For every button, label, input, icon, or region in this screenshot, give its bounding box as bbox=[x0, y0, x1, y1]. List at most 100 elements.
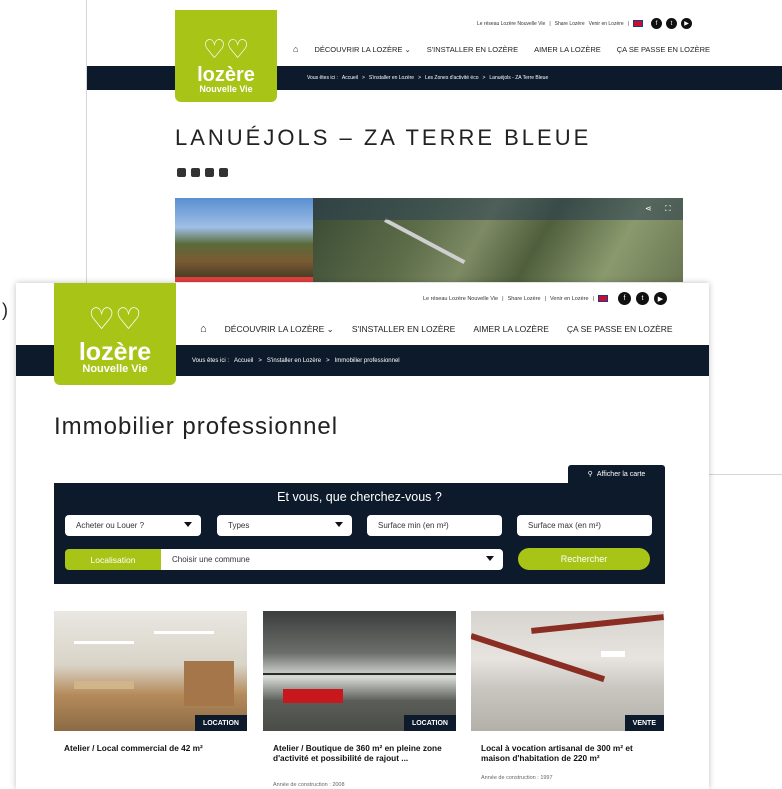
types-value: Types bbox=[228, 521, 250, 530]
buy-rent-select[interactable]: Acheter ou Louer ? bbox=[65, 515, 201, 536]
top-link-separator: | bbox=[627, 20, 629, 27]
back-logo[interactable]: ♡♡ lozère Nouvelle Vie bbox=[175, 10, 277, 102]
types-select[interactable]: Types bbox=[217, 515, 352, 536]
page-title: Immobilier professionnel bbox=[54, 413, 339, 440]
surface-min-input[interactable]: Surface min (en m²) bbox=[367, 515, 502, 536]
twitter-share-icon[interactable] bbox=[191, 168, 200, 177]
breadcrumb-accueil[interactable]: Accueil bbox=[234, 358, 253, 364]
youtube-icon[interactable]: ▶ bbox=[654, 292, 667, 305]
back-page-title: LANUÉJOLS – ZA TERRE BLEUE bbox=[175, 125, 592, 150]
breadcrumb-sinstaller[interactable]: S'installer en Lozère bbox=[369, 75, 414, 81]
red-floor-mat bbox=[283, 689, 343, 703]
nav-decouvrir[interactable]: DÉCOUVRIR LA LOZÈRE ⌄ bbox=[225, 324, 334, 335]
top-link-separator: | bbox=[592, 295, 594, 302]
nav-decouvrir[interactable]: DÉCOUVRIR LA LOZÈRE ⌄ bbox=[314, 45, 410, 54]
logo-text: lozère bbox=[78, 338, 152, 366]
landscape-photo[interactable] bbox=[175, 198, 313, 282]
nav-aimer[interactable]: AIMER LA LOZÈRE bbox=[473, 324, 549, 334]
share-icon[interactable]: ⋖ bbox=[645, 204, 652, 213]
nav-sinstaller[interactable]: S'INSTALLER EN LOZÈRE bbox=[352, 324, 456, 334]
twitter-icon[interactable]: t bbox=[666, 18, 677, 29]
listing-meta: Année de construction : 1997 bbox=[481, 775, 553, 781]
chevron-down-icon bbox=[335, 522, 343, 527]
show-map-button[interactable]: ⚲ Afficher la carte bbox=[568, 465, 665, 483]
nav-sinstaller[interactable]: S'INSTALLER EN LOZÈRE bbox=[427, 45, 518, 54]
email-share-icon[interactable] bbox=[205, 168, 214, 177]
uk-flag-icon[interactable] bbox=[633, 20, 643, 27]
commune-value: Choisir une commune bbox=[172, 555, 250, 564]
front-top-links: Le réseau Lozère Nouvelle Vie | Share Lo… bbox=[423, 292, 667, 305]
home-icon[interactable]: ⌂ bbox=[293, 44, 298, 54]
ceiling-light bbox=[154, 631, 214, 634]
top-link-venir[interactable]: Venir en Lozère bbox=[589, 21, 624, 27]
chevron-down-icon bbox=[184, 522, 192, 527]
breadcrumb-sinstaller[interactable]: S'installer en Lozère bbox=[267, 358, 321, 364]
search-button[interactable]: Rechercher bbox=[518, 548, 650, 570]
ceiling-light bbox=[74, 641, 134, 644]
surface-min-placeholder: Surface min (en m²) bbox=[378, 521, 449, 530]
front-logo[interactable]: ♡♡ lozère Nouvelle Vie bbox=[54, 283, 176, 385]
breadcrumb-prefix: Vous êtes ici : bbox=[307, 75, 338, 81]
social-links: f t ▶ bbox=[618, 292, 667, 305]
home-icon[interactable]: ⌂ bbox=[200, 323, 207, 335]
listing-photo[interactable] bbox=[54, 611, 247, 731]
map-pin-icon: ⚲ bbox=[587, 471, 593, 478]
listing-title[interactable]: Local à vocation artisanal de 300 m² et … bbox=[481, 743, 657, 763]
breadcrumb-sep: > bbox=[326, 357, 330, 364]
window-frame bbox=[263, 673, 456, 675]
logo-tagline: Nouvelle Vie bbox=[82, 363, 148, 375]
top-link-reseau[interactable]: Le réseau Lozère Nouvelle Vie bbox=[423, 296, 498, 302]
listing-badge: LOCATION bbox=[403, 715, 456, 731]
breadcrumb-sep: > bbox=[258, 357, 262, 364]
photo-accent-bar bbox=[175, 277, 313, 282]
back-media-gallery[interactable]: ⋖ ⛶ bbox=[175, 198, 683, 282]
logo-hearts-icon: ♡♡ bbox=[202, 34, 250, 64]
gallery-toolbar bbox=[313, 198, 683, 220]
top-link-share[interactable]: Share Lozère bbox=[555, 21, 585, 27]
facebook-share-icon[interactable] bbox=[177, 168, 186, 177]
nav-aimer[interactable]: AIMER LA LOZÈRE bbox=[534, 45, 601, 54]
parenthesis-mark: ) bbox=[2, 300, 8, 320]
roof-beam bbox=[531, 614, 664, 634]
listing-card[interactable]: LOCATION Atelier / Boutique de 360 m² en… bbox=[263, 611, 456, 789]
facebook-icon[interactable]: f bbox=[618, 292, 631, 305]
top-link-share[interactable]: Share Lozère bbox=[508, 296, 541, 302]
twitter-icon[interactable]: t bbox=[636, 292, 649, 305]
logo-hearts-icon: ♡♡ bbox=[88, 303, 142, 336]
share-bar bbox=[177, 168, 228, 177]
listing-photo[interactable] bbox=[263, 611, 456, 731]
breadcrumb-prefix: Vous êtes ici : bbox=[192, 357, 230, 364]
listing-card[interactable]: LOCATION Atelier / Local commercial de 4… bbox=[54, 611, 247, 789]
facebook-icon[interactable]: f bbox=[651, 18, 662, 29]
breadcrumb-sep: > bbox=[418, 75, 421, 81]
print-icon[interactable] bbox=[219, 168, 228, 177]
top-link-reseau[interactable]: Le réseau Lozère Nouvelle Vie bbox=[477, 21, 545, 27]
logo-text: lozère bbox=[197, 64, 255, 86]
social-links: f t ▶ bbox=[651, 18, 692, 29]
listing-title[interactable]: Atelier / Boutique de 360 m² en pleine z… bbox=[273, 743, 449, 763]
breadcrumb-current: Immobilier professionnel bbox=[334, 357, 400, 364]
breadcrumb-accueil[interactable]: Accueil bbox=[342, 75, 358, 81]
breadcrumb-zones[interactable]: Les Zones d'activité éco bbox=[425, 75, 478, 81]
youtube-icon[interactable]: ▶ bbox=[681, 18, 692, 29]
logo-tagline: Nouvelle Vie bbox=[199, 84, 253, 94]
nav-ca-se-passe[interactable]: ÇA SE PASSE EN LOZÈRE bbox=[617, 45, 710, 54]
breadcrumb-sep: > bbox=[361, 75, 365, 81]
listing-card[interactable]: VENTE Local à vocation artisanal de 300 … bbox=[471, 611, 664, 789]
commune-select[interactable]: Choisir une commune bbox=[161, 549, 503, 570]
buy-rent-value: Acheter ou Louer ? bbox=[76, 521, 145, 530]
top-link-venir[interactable]: Venir en Lozère bbox=[550, 296, 589, 302]
skylight bbox=[601, 651, 625, 657]
nav-ca-se-passe[interactable]: ÇA SE PASSE EN LOZÈRE bbox=[567, 324, 673, 334]
front-screenshot: ♡♡ lozère Nouvelle Vie Le réseau Lozère … bbox=[16, 283, 709, 789]
top-link-separator: | bbox=[502, 295, 504, 302]
listing-title[interactable]: Atelier / Local commercial de 42 m² bbox=[64, 743, 240, 753]
breadcrumb-current: Lanuéjols - ZA Terre Bleue bbox=[489, 75, 549, 81]
show-map-label: Afficher la carte bbox=[596, 470, 646, 478]
search-panel: Et vous, que cherchez-vous ? Acheter ou … bbox=[54, 483, 665, 584]
listing-photo[interactable] bbox=[471, 611, 664, 731]
surface-max-input[interactable]: Surface max (en m²) bbox=[517, 515, 652, 536]
search-question: Et vous, que cherchez-vous ? bbox=[277, 490, 442, 504]
fullscreen-icon[interactable]: ⛶ bbox=[665, 204, 671, 214]
uk-flag-icon[interactable] bbox=[598, 295, 608, 302]
